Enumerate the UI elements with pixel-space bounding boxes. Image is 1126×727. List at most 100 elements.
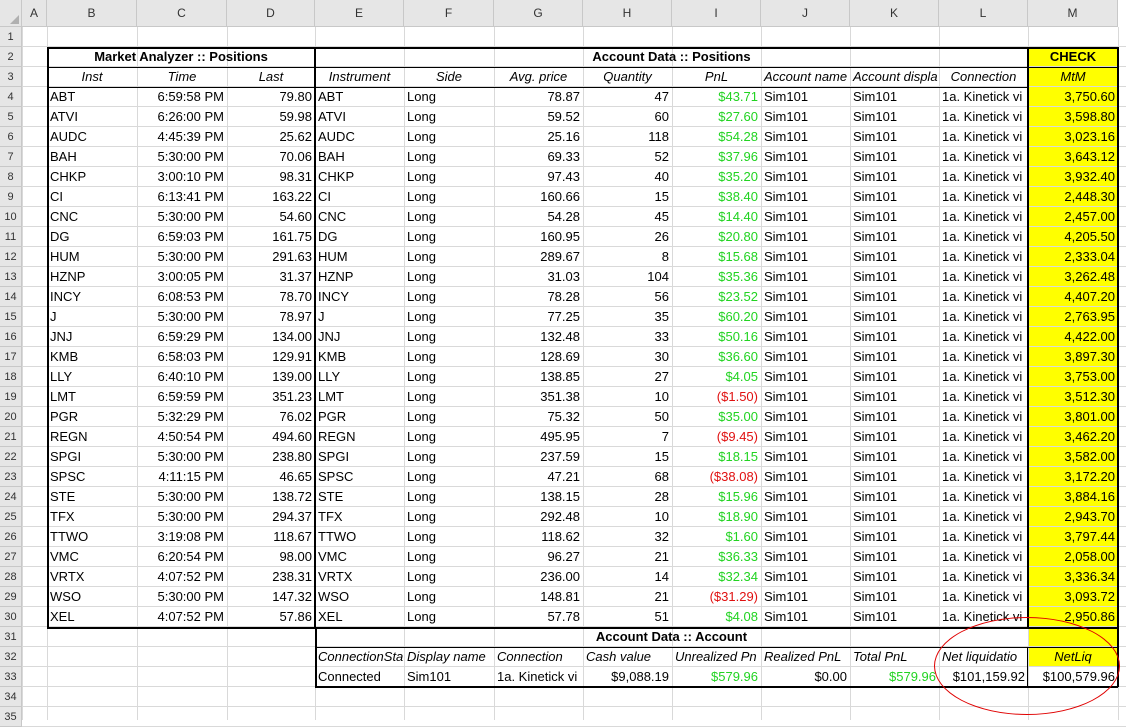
last-price-cell[interactable]: 118.67 — [227, 527, 315, 547]
quantity-cell[interactable]: 40 — [583, 167, 672, 187]
quantity-cell[interactable]: 7 — [583, 427, 672, 447]
quantity-cell[interactable]: 104 — [583, 267, 672, 287]
last-price-cell[interactable]: 161.75 — [227, 227, 315, 247]
pnl-cell[interactable]: $35.36 — [672, 267, 761, 287]
quantity-cell[interactable]: 28 — [583, 487, 672, 507]
time-cell[interactable]: 4:07:52 PM — [137, 567, 227, 587]
instrument-cell[interactable]: TFX — [47, 507, 137, 527]
mtm-cell[interactable]: 3,884.16 — [1028, 487, 1118, 507]
last-price-cell[interactable]: 78.70 — [227, 287, 315, 307]
instrument-cell[interactable]: TTWO — [47, 527, 137, 547]
connection-cell[interactable]: 1a. Kinetick vi — [939, 147, 1028, 167]
quantity-cell[interactable]: 47 — [583, 87, 672, 107]
instrument-cell[interactable]: INCY — [47, 287, 137, 307]
instrument-cell[interactable]: CNC — [315, 207, 404, 227]
account-name-cell[interactable]: Sim101 — [761, 527, 850, 547]
instrument-cell[interactable]: J — [315, 307, 404, 327]
account-display-cell[interactable]: Sim101 — [850, 547, 939, 567]
connection-cell[interactable]: 1a. Kinetick vi — [939, 447, 1028, 467]
mtm-cell[interactable]: 3,462.20 — [1028, 427, 1118, 447]
account-value-cell[interactable]: Sim101 — [404, 667, 494, 687]
mtm-header[interactable]: MtM — [1028, 67, 1118, 87]
account-display-cell[interactable]: Sim101 — [850, 187, 939, 207]
account-positions-title[interactable]: Account Data :: Positions — [315, 47, 1028, 67]
connection-cell[interactable]: 1a. Kinetick vi — [939, 567, 1028, 587]
connection-cell[interactable]: 1a. Kinetick vi — [939, 427, 1028, 447]
avg-price-cell[interactable]: 289.67 — [494, 247, 583, 267]
account-name-cell[interactable]: Sim101 — [761, 307, 850, 327]
mtm-cell[interactable]: 2,448.30 — [1028, 187, 1118, 207]
account-name-cell[interactable]: Sim101 — [761, 427, 850, 447]
last-price-cell[interactable]: 59.98 — [227, 107, 315, 127]
side-cell[interactable]: Long — [404, 187, 494, 207]
instrument-cell[interactable]: ABT — [315, 87, 404, 107]
avg-price-cell[interactable]: 59.52 — [494, 107, 583, 127]
pnl-cell[interactable]: $35.00 — [672, 407, 761, 427]
instrument-cell[interactable]: J — [47, 307, 137, 327]
instrument-cell[interactable]: XEL — [47, 607, 137, 627]
quantity-cell[interactable]: 10 — [583, 387, 672, 407]
mtm-cell[interactable]: 4,205.50 — [1028, 227, 1118, 247]
side-cell[interactable]: Long — [404, 367, 494, 387]
last-price-cell[interactable]: 147.32 — [227, 587, 315, 607]
account-display-cell[interactable]: Sim101 — [850, 227, 939, 247]
account-display-cell[interactable]: Sim101 — [850, 247, 939, 267]
connection-cell[interactable]: 1a. Kinetick vi — [939, 347, 1028, 367]
account-display-cell[interactable]: Sim101 — [850, 127, 939, 147]
account-display-cell[interactable]: Sim101 — [850, 347, 939, 367]
instrument-cell[interactable]: PGR — [47, 407, 137, 427]
side-cell[interactable]: Long — [404, 107, 494, 127]
pnl-cell[interactable]: $14.40 — [672, 207, 761, 227]
account-name-cell[interactable]: Sim101 — [761, 167, 850, 187]
last-price-cell[interactable]: 54.60 — [227, 207, 315, 227]
pnl-cell[interactable]: $1.60 — [672, 527, 761, 547]
account-value-cell[interactable]: $579.96 — [672, 667, 761, 687]
connection-cell[interactable]: 1a. Kinetick vi — [939, 207, 1028, 227]
quantity-cell[interactable]: 68 — [583, 467, 672, 487]
quantity-cell[interactable]: 118 — [583, 127, 672, 147]
time-cell[interactable]: 6:13:41 PM — [137, 187, 227, 207]
mtm-cell[interactable]: 3,512.30 — [1028, 387, 1118, 407]
connection-cell[interactable]: 1a. Kinetick vi — [939, 487, 1028, 507]
row-header[interactable]: 31 — [0, 627, 22, 647]
column-label[interactable]: Time — [137, 67, 227, 87]
pnl-cell[interactable]: $36.33 — [672, 547, 761, 567]
mtm-cell[interactable]: 3,598.80 — [1028, 107, 1118, 127]
row-header[interactable]: 33 — [0, 667, 22, 687]
time-cell[interactable]: 4:11:15 PM — [137, 467, 227, 487]
avg-price-cell[interactable]: 495.95 — [494, 427, 583, 447]
last-price-cell[interactable]: 46.65 — [227, 467, 315, 487]
mtm-cell[interactable]: 2,058.00 — [1028, 547, 1118, 567]
avg-price-cell[interactable]: 78.87 — [494, 87, 583, 107]
connection-cell[interactable]: 1a. Kinetick vi — [939, 387, 1028, 407]
account-name-cell[interactable]: Sim101 — [761, 487, 850, 507]
instrument-cell[interactable]: CNC — [47, 207, 137, 227]
mtm-cell[interactable]: 3,932.40 — [1028, 167, 1118, 187]
column-header-e[interactable]: E — [315, 0, 404, 27]
account-display-cell[interactable]: Sim101 — [850, 267, 939, 287]
instrument-cell[interactable]: XEL — [315, 607, 404, 627]
column-label[interactable]: Side — [404, 67, 494, 87]
instrument-cell[interactable]: SPSC — [315, 467, 404, 487]
row-header[interactable]: 28 — [0, 567, 22, 587]
quantity-cell[interactable]: 32 — [583, 527, 672, 547]
column-label[interactable]: Inst — [47, 67, 137, 87]
last-price-cell[interactable]: 494.60 — [227, 427, 315, 447]
side-cell[interactable]: Long — [404, 227, 494, 247]
column-label[interactable]: Connection — [494, 647, 583, 667]
avg-price-cell[interactable]: 118.62 — [494, 527, 583, 547]
last-price-cell[interactable]: 238.31 — [227, 567, 315, 587]
account-name-cell[interactable]: Sim101 — [761, 407, 850, 427]
pnl-cell[interactable]: $50.16 — [672, 327, 761, 347]
mtm-cell[interactable]: 2,333.04 — [1028, 247, 1118, 267]
connection-cell[interactable]: 1a. Kinetick vi — [939, 407, 1028, 427]
account-display-cell[interactable]: Sim101 — [850, 447, 939, 467]
avg-price-cell[interactable]: 54.28 — [494, 207, 583, 227]
row-header[interactable]: 3 — [0, 67, 22, 87]
column-label[interactable]: Account displa — [850, 67, 939, 87]
row-header[interactable]: 25 — [0, 507, 22, 527]
row-header[interactable]: 1 — [0, 27, 22, 47]
account-name-cell[interactable]: Sim101 — [761, 587, 850, 607]
column-label[interactable]: Instrument — [315, 67, 404, 87]
side-cell[interactable]: Long — [404, 467, 494, 487]
